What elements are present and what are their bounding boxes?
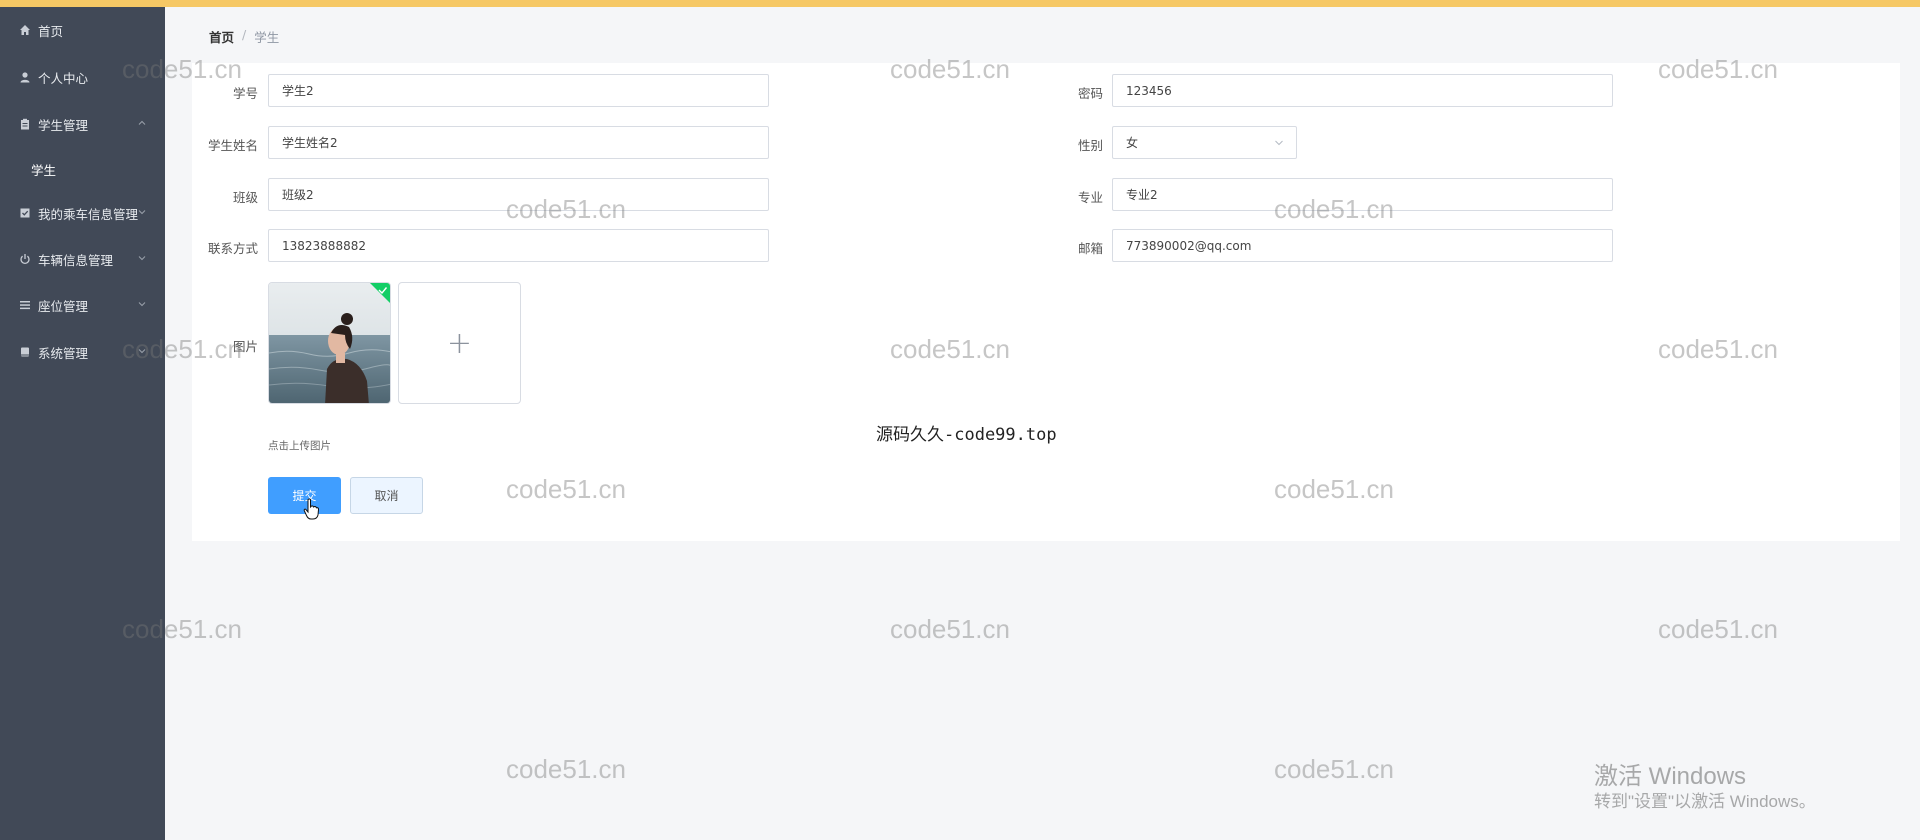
book-icon — [18, 345, 32, 359]
sidebar-item-my-ride-info[interactable]: 我的乘车信息管理 — [0, 196, 165, 230]
sidebar-item-label: 系统管理 — [38, 345, 89, 361]
image-upload-button[interactable]: + — [398, 282, 521, 404]
gender-label: 性别 — [1077, 138, 1103, 153]
major-label: 专业 — [1077, 190, 1103, 205]
checkbox-icon — [18, 206, 32, 220]
sidebar-item-system-management[interactable]: 系统管理 — [0, 335, 165, 369]
student-no-label: 学号 — [232, 86, 258, 101]
major-input[interactable]: 专业2 — [1112, 178, 1613, 211]
sidebar-item-student-management[interactable]: 学生管理 — [0, 107, 165, 141]
chevron-down-icon — [138, 210, 146, 215]
sidebar-item-label: 个人中心 — [38, 70, 89, 86]
watermark: code51.cn — [506, 754, 626, 784]
student-no-value: 学生2 — [282, 84, 314, 98]
breadcrumb-current: 学生 — [254, 30, 280, 45]
class-label: 班级 — [232, 190, 258, 205]
cancel-button[interactable]: 取消 — [350, 477, 423, 514]
chevron-down-icon — [138, 256, 146, 261]
sidebar-item-label: 车辆信息管理 — [38, 252, 114, 268]
watermark: code51.cn — [1274, 754, 1394, 784]
windows-activation-title: 激活 Windows — [1594, 763, 1747, 790]
sidebar-item-label: 座位管理 — [38, 298, 89, 314]
sidebar-subitem-label: 学生 — [31, 162, 57, 178]
class-value: 班级2 — [282, 188, 314, 202]
password-value: 123456 — [1126, 83, 1172, 98]
sidebar-item-label: 我的乘车信息管理 — [38, 206, 139, 222]
user-icon — [18, 70, 32, 84]
phone-value: 13823888882 — [282, 238, 366, 253]
class-input[interactable]: 班级2 — [268, 178, 769, 211]
sidebar-item-home[interactable]: 首页 — [0, 13, 165, 47]
sidebar-item-label: 首页 — [38, 23, 64, 39]
uploaded-image-thumbnail[interactable] — [268, 282, 391, 404]
image-label: 图片 — [232, 339, 258, 354]
top-accent-strip — [0, 0, 1920, 7]
password-input[interactable]: 123456 — [1112, 74, 1613, 107]
plus-icon: + — [446, 325, 473, 361]
windows-activation-subtitle: 转到"设置"以激活 Windows。 — [1594, 792, 1816, 811]
watermark: code51.cn — [890, 614, 1010, 644]
power-icon — [18, 252, 32, 266]
breadcrumb: 首页 / 学生 — [209, 27, 279, 46]
clipboard-icon — [18, 117, 32, 131]
email-value: 773890002@qq.com — [1126, 238, 1252, 253]
chevron-up-icon — [138, 120, 146, 125]
name-value: 学生姓名2 — [282, 136, 338, 150]
phone-label: 联系方式 — [207, 241, 258, 256]
watermark: code51.cn — [1658, 614, 1778, 644]
sidebar-subitem-student[interactable]: 学生 — [0, 152, 165, 186]
sidebar-item-profile[interactable]: 个人中心 — [0, 60, 165, 94]
email-label: 邮箱 — [1077, 241, 1103, 256]
upload-success-check-icon — [370, 283, 390, 303]
phone-input[interactable]: 13823888882 — [268, 229, 769, 262]
name-input[interactable]: 学生姓名2 — [268, 126, 769, 159]
overlay-source-text: 源码久久-code99.top — [876, 425, 1057, 445]
chevron-down-icon — [138, 349, 146, 354]
gender-value: 女 — [1126, 136, 1139, 150]
sidebar-item-vehicle-info[interactable]: 车辆信息管理 — [0, 242, 165, 276]
sidebar-item-label: 学生管理 — [38, 117, 89, 133]
list-icon — [18, 298, 32, 312]
sidebar-item-seat-management[interactable]: 座位管理 — [0, 288, 165, 322]
name-label: 学生姓名 — [207, 138, 258, 153]
sidebar: 首页 个人中心 学生管理 学生 我的乘车信息管理 车辆信息管理 座位管理 系统管… — [0, 7, 165, 840]
email-input[interactable]: 773890002@qq.com — [1112, 229, 1613, 262]
chevron-down-icon — [138, 302, 146, 307]
upload-tip: 点击上传图片 — [268, 440, 331, 452]
gender-select[interactable]: 女 — [1112, 126, 1297, 159]
home-icon — [18, 23, 32, 37]
major-value: 专业2 — [1126, 188, 1158, 202]
password-label: 密码 — [1077, 86, 1103, 101]
breadcrumb-home[interactable]: 首页 — [209, 27, 234, 46]
student-no-input[interactable]: 学生2 — [268, 74, 769, 107]
breadcrumb-separator: / — [242, 27, 247, 42]
hand-cursor-icon — [303, 498, 319, 520]
chevron-down-icon — [1275, 140, 1283, 146]
